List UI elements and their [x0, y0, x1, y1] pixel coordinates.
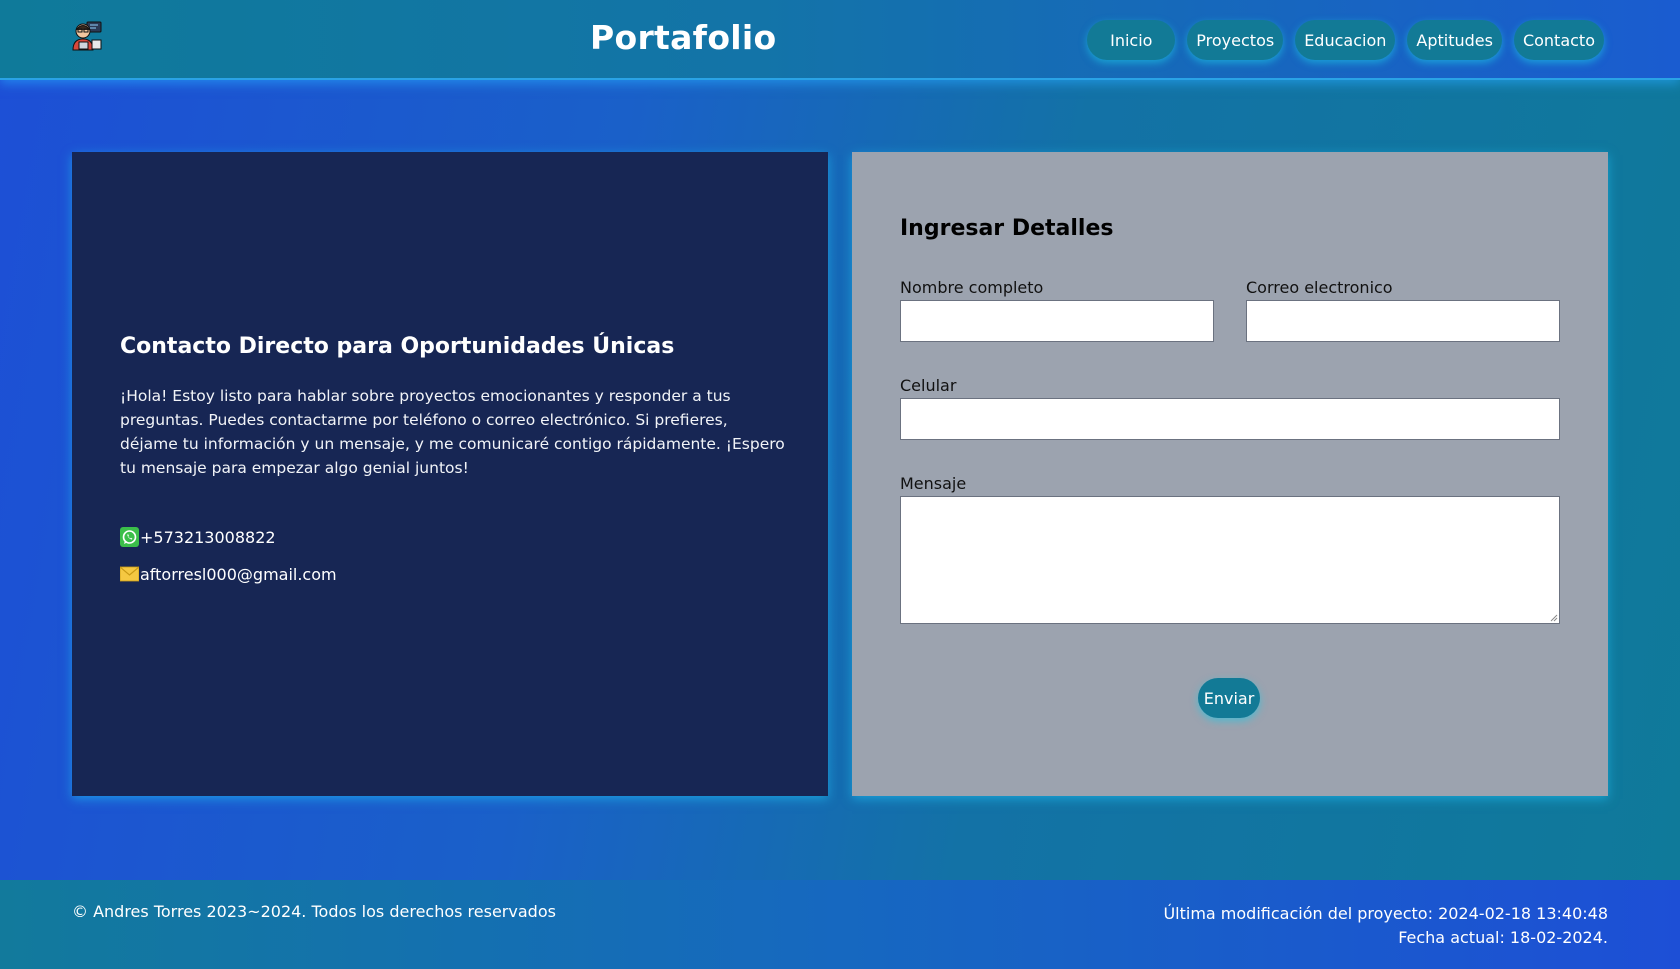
envelope-icon	[119, 564, 140, 584]
phone-label: Celular	[900, 376, 957, 395]
email-label: Correo electronico	[1246, 278, 1393, 297]
email-field[interactable]	[1246, 300, 1560, 342]
phone-contact[interactable]: +573213008822	[120, 527, 276, 547]
current-date-text: Fecha actual: 18-02-2024.	[1398, 928, 1608, 947]
message-textarea[interactable]	[900, 496, 1560, 624]
nav-proyectos[interactable]: Proyectos	[1187, 20, 1284, 60]
nav-aptitudes[interactable]: Aptitudes	[1407, 20, 1502, 60]
submit-button[interactable]: Enviar	[1198, 678, 1260, 718]
phone-field[interactable]	[900, 398, 1560, 440]
contact-form-panel: Ingresar Detalles Nombre completo Correo…	[852, 152, 1608, 796]
form-heading: Ingresar Detalles	[900, 216, 1114, 241]
main-nav: Inicio Proyectos Educacion Aptitudes Con…	[1087, 20, 1604, 60]
whatsapp-icon	[120, 527, 139, 547]
site-footer: © Andres Torres 2023~2024. Todos los der…	[0, 880, 1680, 969]
contact-description: ¡Hola! Estoy listo para hablar sobre pro…	[120, 387, 785, 477]
site-header: Portafolio Inicio Proyectos Educacion Ap…	[0, 0, 1680, 80]
site-title: Portafolio	[590, 18, 777, 57]
nav-inicio[interactable]: Inicio	[1087, 20, 1176, 60]
nav-contacto[interactable]: Contacto	[1513, 20, 1604, 60]
phone-number: +573213008822	[140, 527, 276, 547]
email-contact[interactable]: aftorresl000@gmail.com	[119, 564, 337, 584]
developer-avatar-icon[interactable]	[70, 20, 104, 52]
message-label: Mensaje	[900, 474, 967, 493]
email-address: aftorresl000@gmail.com	[140, 564, 337, 584]
contact-heading: Contacto Directo para Oportunidades Únic…	[120, 334, 675, 359]
name-label: Nombre completo	[900, 278, 1044, 297]
copyright-text: © Andres Torres 2023~2024. Todos los der…	[72, 902, 556, 921]
resize-handle-icon[interactable]	[1550, 614, 1558, 622]
footer-meta: Última modificación del proyecto: 2024-0…	[1163, 902, 1608, 950]
nav-educacion[interactable]: Educacion	[1295, 20, 1396, 60]
contact-info-panel: Contacto Directo para Oportunidades Únic…	[72, 152, 828, 796]
last-modified-text: Última modificación del proyecto: 2024-0…	[1163, 904, 1608, 923]
name-field[interactable]	[900, 300, 1214, 342]
